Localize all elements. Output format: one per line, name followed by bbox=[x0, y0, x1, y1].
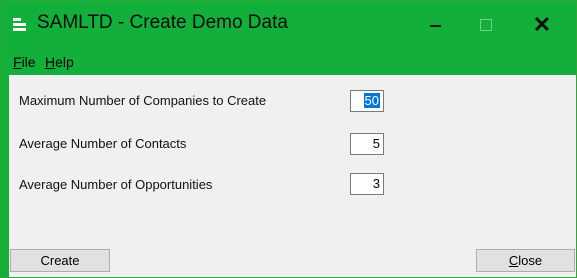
avg-contacts-input[interactable]: 5 bbox=[350, 133, 384, 155]
create-demo-data-window: SAMLTD - Create Demo Data ✕ File Help Ma… bbox=[0, 0, 577, 278]
close-window-button[interactable]: ✕ bbox=[517, 1, 567, 49]
maximize-icon bbox=[480, 19, 492, 31]
minimize-button[interactable] bbox=[410, 1, 460, 49]
menu-help[interactable]: Help bbox=[45, 54, 74, 70]
create-button[interactable]: Create bbox=[10, 249, 110, 272]
avg-contacts-label: Average Number of Contacts bbox=[19, 136, 187, 151]
avg-opportunities-input[interactable]: 3 bbox=[350, 173, 384, 195]
avg-opportunities-label: Average Number of Opportunities bbox=[19, 177, 213, 192]
title-bar[interactable]: SAMLTD - Create Demo Data ✕ bbox=[1, 1, 576, 49]
close-icon: ✕ bbox=[532, 12, 552, 37]
menu-bar: File Help bbox=[1, 49, 576, 75]
minimize-icon bbox=[429, 25, 441, 27]
close-button[interactable]: Close bbox=[476, 249, 575, 272]
menu-file[interactable]: File bbox=[13, 54, 36, 70]
max-companies-label: Maximum Number of Companies to Create bbox=[19, 93, 267, 108]
left-accent-bar bbox=[1, 75, 9, 277]
window-title: SAMLTD - Create Demo Data bbox=[37, 12, 288, 33]
maximize-button[interactable] bbox=[461, 1, 511, 49]
max-companies-input[interactable]: 50 bbox=[350, 90, 384, 112]
app-icon bbox=[13, 18, 26, 33]
